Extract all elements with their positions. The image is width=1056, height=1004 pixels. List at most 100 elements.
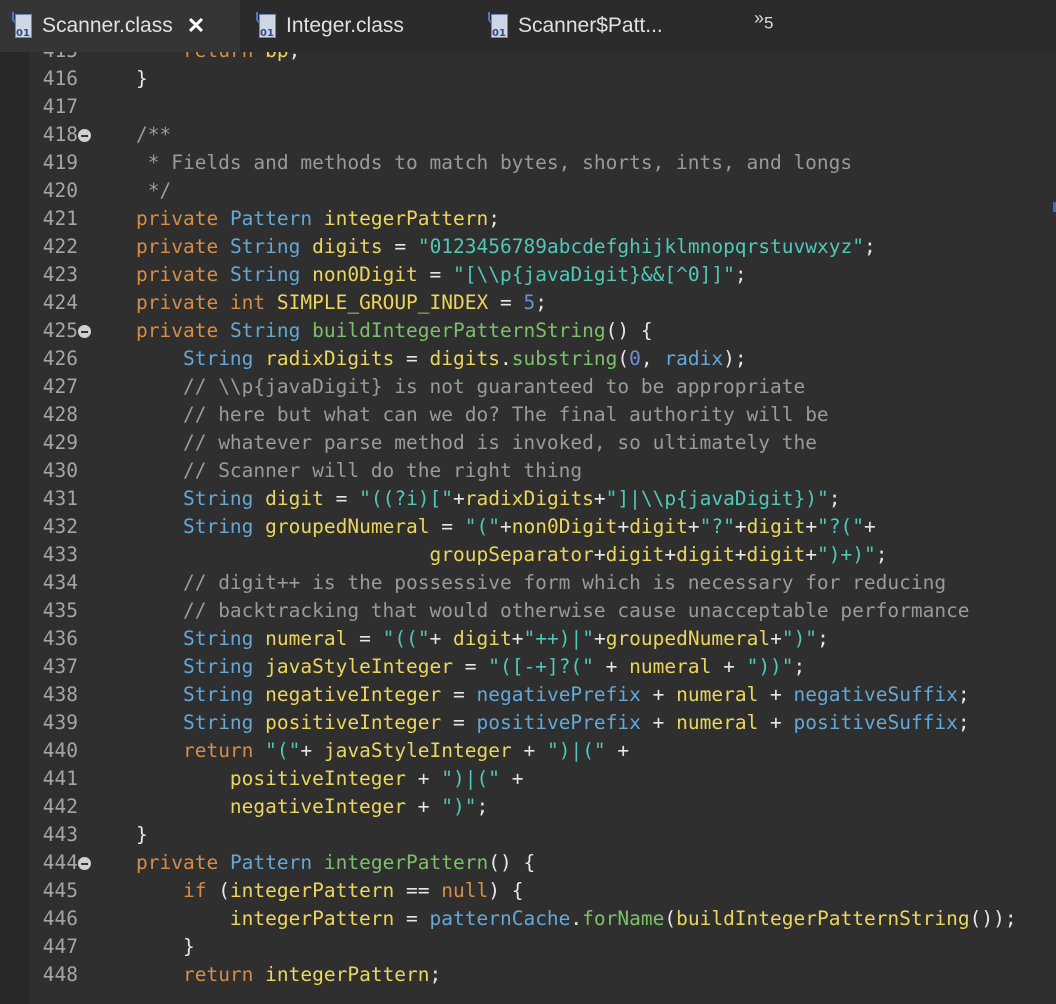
- code-text: private String digits = "0123456789abcde…: [136, 233, 876, 261]
- code-token: non0Digit: [312, 263, 418, 286]
- code-token: +: [734, 543, 747, 566]
- line-number: 425: [42, 319, 78, 342]
- line-number: 448: [42, 963, 78, 986]
- code-token: .: [570, 907, 583, 930]
- code-line[interactable]: 437 String javaStyleInteger = "([-+]?(" …: [30, 653, 1056, 681]
- code-line[interactable]: 422 private String digits = "0123456789ab…: [30, 233, 1056, 261]
- code-line[interactable]: 426 String radixDigits = digits.substrin…: [30, 345, 1056, 373]
- code-line[interactable]: 431 String digit = "((?i)["+radixDigits+…: [30, 485, 1056, 513]
- code-line[interactable]: 418 /**: [30, 121, 1056, 149]
- code-token: positivePrefix: [476, 711, 641, 734]
- line-number: 445: [42, 879, 78, 902]
- code-line[interactable]: 448 return integerPattern;: [30, 961, 1056, 989]
- code-token: radixDigits: [265, 347, 395, 370]
- line-number: 447: [42, 935, 78, 958]
- code-line[interactable]: 445 if (integerPattern == null) {: [30, 877, 1056, 905]
- tab-scanner-pattern-class[interactable]: 01 Scanner$Patt...: [488, 0, 718, 52]
- code-token: String: [182, 711, 254, 734]
- code-line[interactable]: 420 */: [30, 177, 1056, 205]
- code-token: ;: [828, 487, 841, 510]
- close-tab-icon[interactable]: ✕: [187, 13, 205, 39]
- code-token: * Fields and methods to match bytes, sho…: [136, 151, 853, 174]
- code-token: int: [229, 291, 266, 314]
- code-line[interactable]: 440 return "("+ javaStyleInteger + ")|("…: [30, 737, 1056, 765]
- code-line[interactable]: 434 // digit++ is the possessive form wh…: [30, 569, 1056, 597]
- code-token: patternCache: [429, 907, 571, 930]
- code-line[interactable]: 421 private Pattern integerPattern;: [30, 205, 1056, 233]
- collapse-fold-icon[interactable]: [78, 857, 91, 870]
- code-line[interactable]: 423 private String non0Digit = "[\\p{java…: [30, 261, 1056, 289]
- code-token: integerPattern: [323, 207, 489, 230]
- code-line[interactable]: 417: [30, 93, 1056, 121]
- code-line[interactable]: 428 // here but what can we do? The fina…: [30, 401, 1056, 429]
- code-text: groupSeparator+digit+digit+digit+")+)";: [136, 541, 888, 569]
- code-text: integerPattern = patternCache.forName(bu…: [136, 905, 1017, 933]
- code-line[interactable]: 430 // Scanner will do the right thing: [30, 457, 1056, 485]
- collapse-fold-icon[interactable]: [78, 325, 91, 338]
- code-token: =: [347, 627, 383, 650]
- line-number: 419: [42, 151, 78, 174]
- line-number: 443: [42, 823, 78, 846]
- code-token: return: [182, 739, 254, 762]
- code-line[interactable]: 427 // \\p{javaDigit} is not guaranteed …: [30, 373, 1056, 401]
- code-line[interactable]: 444 private Pattern integerPattern() {: [30, 849, 1056, 877]
- code-line[interactable]: 441 positiveInteger + ")|(" +: [30, 765, 1056, 793]
- code-text: * Fields and methods to match bytes, sho…: [136, 149, 852, 177]
- code-token: private: [136, 291, 219, 314]
- code-token: +: [617, 515, 630, 538]
- code-line[interactable]: 425 private String buildIntegerPatternStr…: [30, 317, 1056, 345]
- code-line[interactable]: 438 String negativeInteger = negativePre…: [30, 681, 1056, 709]
- code-editor[interactable]: 415 return bp;416}417418/**419 * Fields …: [0, 52, 1056, 1004]
- code-line[interactable]: 416}: [30, 65, 1056, 93]
- tab-integer-class[interactable]: 01 Integer.class: [256, 0, 476, 52]
- code-line[interactable]: 447 }: [30, 933, 1056, 961]
- code-token: }: [136, 67, 148, 90]
- line-number: 441: [42, 767, 78, 790]
- code-token: private: [136, 851, 219, 874]
- code-text: return bp;: [136, 52, 300, 65]
- code-line[interactable]: 439 String positiveInteger = positivePre…: [30, 709, 1056, 737]
- code-text: }: [136, 65, 148, 93]
- code-token: negativeInteger: [265, 683, 442, 706]
- code-line[interactable]: 435 // backtracking that would otherwise…: [30, 597, 1056, 625]
- collapse-fold-icon[interactable]: [78, 129, 91, 142]
- tab-scanner-class[interactable]: 01 Scanner.class ✕: [0, 0, 240, 52]
- code-line[interactable]: 443}: [30, 821, 1056, 849]
- code-token: String: [229, 263, 301, 286]
- code-line[interactable]: 415 return bp;: [30, 52, 1056, 65]
- line-number: 446: [42, 907, 78, 930]
- code-token: */: [136, 179, 172, 202]
- code-line[interactable]: 446 integerPattern = patternCache.forNam…: [30, 905, 1056, 933]
- code-line[interactable]: 436 String numeral = "(("+ digit+"++)|"+…: [30, 625, 1056, 653]
- code-text: String numeral = "(("+ digit+"++)|"+grou…: [136, 625, 829, 653]
- code-line[interactable]: 432 String groupedNumeral = "("+non0Digi…: [30, 513, 1056, 541]
- code-token: "((?i)[": [359, 487, 454, 510]
- line-number: 430: [42, 459, 78, 482]
- code-token: "))": [746, 655, 794, 678]
- code-token: "([-+]?(": [488, 655, 594, 678]
- editor-left-margin: [0, 52, 30, 1004]
- code-token: if: [182, 879, 207, 902]
- tab-label: Scanner$Patt...: [518, 14, 663, 37]
- code-token: ());: [969, 907, 1017, 930]
- code-token: digits: [312, 235, 383, 258]
- code-token: String: [182, 515, 254, 538]
- line-number: 423: [42, 263, 78, 286]
- code-line[interactable]: 419 * Fields and methods to match bytes,…: [30, 149, 1056, 177]
- class-file-icon: 01: [488, 12, 510, 40]
- code-line[interactable]: 429 // whatever parse method is invoked,…: [30, 429, 1056, 457]
- code-text: return "("+ javaStyleInteger + ")|(" +: [136, 737, 629, 765]
- code-token: =: [394, 347, 430, 370]
- code-text: // \\p{javaDigit} is not guaranteed to b…: [136, 373, 805, 401]
- code-text: private Pattern integerPattern;: [136, 205, 500, 233]
- code-line[interactable]: 433 groupSeparator+digit+digit+digit+")+…: [30, 541, 1056, 569]
- code-token: digit: [746, 543, 806, 566]
- line-number: 435: [42, 599, 78, 622]
- code-token: negativePrefix: [476, 683, 641, 706]
- code-token: ;: [817, 627, 829, 650]
- code-line[interactable]: 424 private int SIMPLE_GROUP_INDEX = 5;: [30, 289, 1056, 317]
- code-text: String positiveInteger = positivePrefix …: [136, 709, 970, 737]
- tab-overflow-button[interactable]: »5: [754, 8, 773, 34]
- code-line[interactable]: 442 negativeInteger + ")";: [30, 793, 1056, 821]
